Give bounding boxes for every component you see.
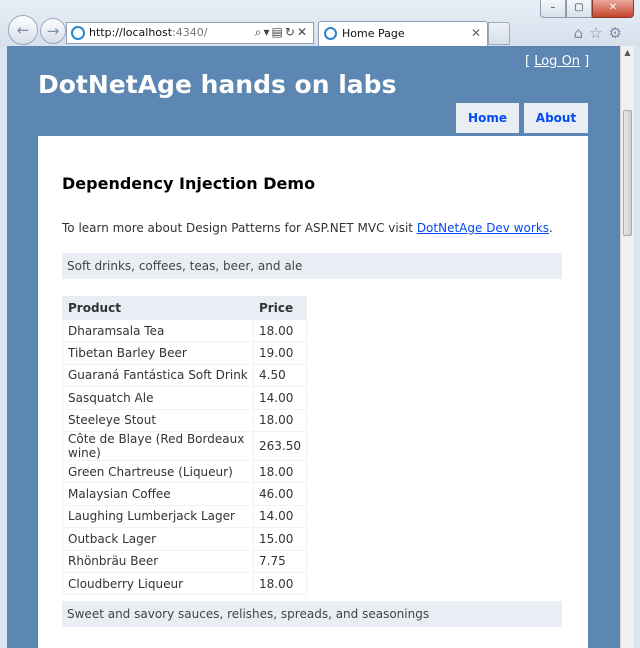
menu-home[interactable]: Home <box>456 103 519 133</box>
address-tools: ⌕▾▤↻✕ <box>254 25 309 39</box>
window-frame-edge <box>634 46 640 648</box>
price-cell: 18.00 <box>253 408 307 432</box>
price-cell: 46.00 <box>253 482 307 506</box>
tab-home-page[interactable]: Home Page ✕ <box>318 21 488 46</box>
column-header-product: Product <box>62 296 254 320</box>
search-icon[interactable]: ⌕ <box>255 25 264 39</box>
ie-logo-icon <box>324 27 337 40</box>
favorites-icon[interactable]: ☆ <box>589 24 608 42</box>
table-header-row: Product Price <box>62 296 307 320</box>
column-header-price: Price <box>253 296 307 320</box>
product-name-cell: Laughing Lumberjack Lager <box>62 504 254 529</box>
table-row: Steeleye Stout 18.00 <box>62 408 307 432</box>
price-cell: 4.50 <box>253 363 307 388</box>
price-cell: 19.00 <box>253 341 307 365</box>
table-row: Laughing Lumberjack Lager 14.00 <box>62 504 307 529</box>
close-tab-icon[interactable]: ✕ <box>471 26 481 40</box>
minimize-icon[interactable]: – <box>540 0 566 18</box>
page-viewport: DotNetAge hands on labs [ Log On ] Home … <box>7 46 620 648</box>
close-window-icon[interactable]: ✕ <box>592 0 634 18</box>
table-row: Sasquatch Ale 14.00 <box>62 386 307 410</box>
price-cell: 15.00 <box>253 527 307 551</box>
site-title: DotNetAge hands on labs <box>38 70 397 99</box>
address-bar[interactable]: http://localhost:4340/ ⌕▾▤↻✕ <box>66 22 314 44</box>
logon-link[interactable]: Log On <box>534 54 580 69</box>
home-icon[interactable]: ⌂ <box>574 24 590 42</box>
scrollbar-thumb[interactable] <box>623 110 632 236</box>
price-cell: 18.00 <box>253 459 307 484</box>
category-header: Soft drinks, coffees, teas, beer, and al… <box>62 253 562 279</box>
price-cell: 14.00 <box>253 386 307 410</box>
product-name-cell: Cloudberry Liqueur <box>62 571 254 596</box>
new-tab-button[interactable] <box>488 22 510 45</box>
category-header: Sweet and savory sauces, relishes, sprea… <box>62 601 562 627</box>
table-row: Tibetan Barley Beer 19.00 <box>62 341 307 365</box>
refresh-icon[interactable]: ↻ <box>285 25 297 39</box>
product-name-cell: Guaraná Fantástica Soft Drink <box>62 363 254 388</box>
back-icon[interactable]: ← <box>8 15 38 45</box>
table-row: Outback Lager 15.00 <box>62 527 307 551</box>
forward-icon[interactable]: → <box>40 18 66 44</box>
price-cell: 7.75 <box>253 549 307 573</box>
product-name-cell: Rhönbräu Beer <box>62 549 254 573</box>
stop-icon[interactable]: ✕ <box>297 25 309 39</box>
tab-title: Home Page <box>342 27 405 40</box>
menu-about[interactable]: About <box>524 103 588 133</box>
product-name-cell: Steeleye Stout <box>62 408 254 432</box>
main-content: Dependency Injection Demo To learn more … <box>38 136 588 648</box>
price-cell: 263.50 <box>253 430 307 461</box>
product-name-cell: Malaysian Coffee <box>62 482 254 506</box>
scroll-up-icon[interactable]: ▲ <box>621 46 634 60</box>
browser-chrome: – ▢ ✕ ← → http://localhost:4340/ ⌕▾▤↻✕ H… <box>0 0 640 46</box>
intro-paragraph: To learn more about Design Patterns for … <box>62 221 553 235</box>
price-cell: 18.00 <box>253 318 307 343</box>
product-name-cell: Green Chartreuse (Liqueur) <box>62 459 254 484</box>
product-name-cell: Tibetan Barley Beer <box>62 341 254 365</box>
table-row: Rhönbräu Beer 7.75 <box>62 549 307 573</box>
address-url[interactable]: http://localhost:4340/ <box>89 26 207 39</box>
price-cell: 18.00 <box>253 571 307 596</box>
table-row: Côte de Blaye (Red Bordeaux wine) 263.50 <box>62 430 307 461</box>
window-controls: – ▢ ✕ <box>540 0 634 18</box>
ie-logo-icon <box>71 26 85 40</box>
product-name-cell: Côte de Blaye (Red Bordeaux wine) <box>62 430 254 461</box>
products-table: Product Price Dharamsala Tea 18.00 Tibetan… <box>62 296 307 596</box>
maximize-icon[interactable]: ▢ <box>566 0 592 18</box>
vertical-scrollbar[interactable]: ▲ <box>620 46 634 648</box>
table-row: Green Chartreuse (Liqueur) 18.00 <box>62 459 307 484</box>
compat-view-icon[interactable]: ▤ <box>272 25 285 39</box>
table-row: Dharamsala Tea 18.00 <box>62 318 307 343</box>
page-heading: Dependency Injection Demo <box>62 174 316 193</box>
table-row: Cloudberry Liqueur 18.00 <box>62 571 307 596</box>
product-name-cell: Outback Lager <box>62 527 254 551</box>
product-name-cell: Sasquatch Ale <box>62 386 254 410</box>
table-row: Malaysian Coffee 46.00 <box>62 482 307 506</box>
product-name-cell: Dharamsala Tea <box>62 318 254 343</box>
dev-works-link[interactable]: DotNetAge Dev works <box>417 221 549 235</box>
browser-tools: ⌂☆⚙ <box>574 24 628 42</box>
price-cell: 14.00 <box>253 504 307 529</box>
table-row: Guaraná Fantástica Soft Drink 4.50 <box>62 363 307 388</box>
tools-gear-icon[interactable]: ⚙ <box>609 24 628 42</box>
logon-area: [ Log On ] <box>525 54 590 69</box>
